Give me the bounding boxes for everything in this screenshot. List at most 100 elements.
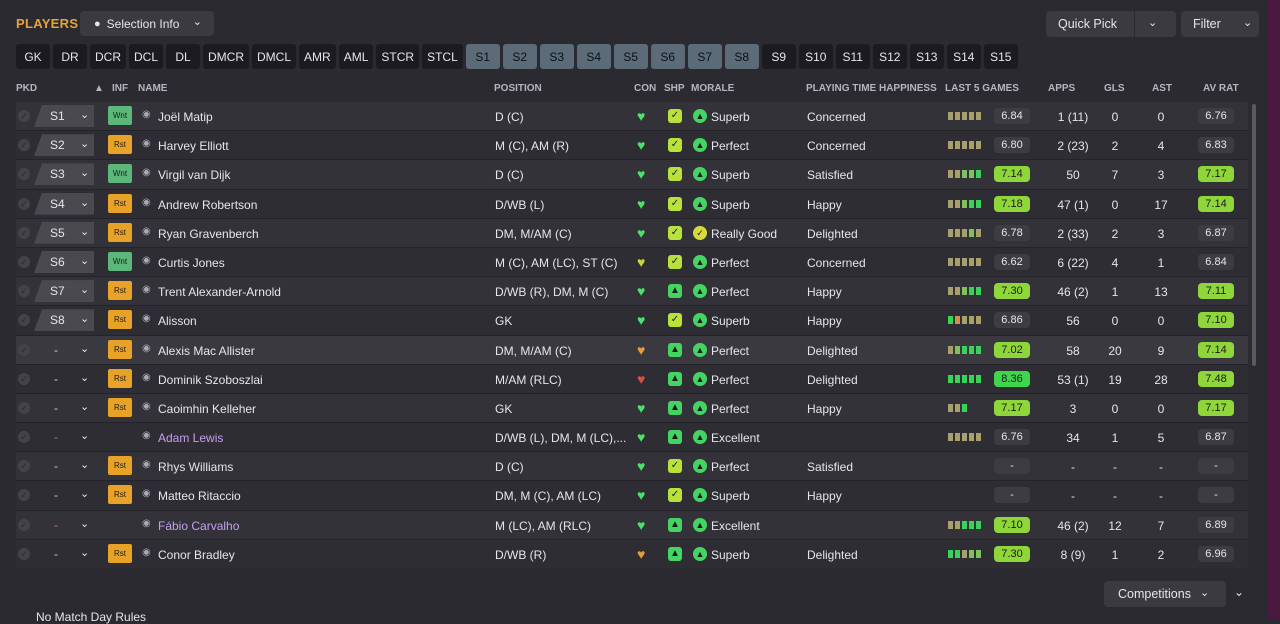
position-button-aml[interactable]: AML [338, 44, 374, 69]
pick-check-icon[interactable]: ✓ [18, 139, 30, 152]
position-button-s15[interactable]: S15 [983, 44, 1018, 69]
pick-check-icon[interactable]: ✓ [18, 401, 30, 414]
position-button-dcl[interactable]: DCL [129, 44, 164, 69]
selection-info-button[interactable]: ● Selection Info ⌄ [80, 11, 214, 36]
info-badge[interactable]: Rst [108, 310, 132, 330]
squad-slot-dropdown[interactable]: - ⌄ [34, 397, 94, 419]
pick-check-icon[interactable]: ✓ [18, 460, 30, 473]
table-row[interactable]: ✓ - ⌄ ◉ Adam Lewis D/WB (L), DM, M (LC),... ♥ ▲… [16, 423, 1248, 453]
col-position[interactable]: POSITION [494, 83, 542, 94]
pick-check-icon[interactable]: ✓ [18, 343, 30, 356]
pick-check-icon[interactable]: ✓ [18, 431, 30, 444]
info-badge[interactable]: Rst [108, 339, 132, 359]
info-badge[interactable]: Rst [108, 222, 132, 242]
info-badge[interactable]: Wnt [108, 106, 132, 125]
player-name[interactable]: Andrew Robertson [158, 198, 257, 212]
pick-check-icon[interactable]: ✓ [18, 197, 30, 210]
pick-check-icon[interactable]: ✓ [18, 489, 30, 502]
table-row[interactable]: ✓ S7 ⌄ Rst ◉ Trent Alexander-Arnold D/WB (R), … [16, 277, 1248, 307]
squad-slot-dropdown[interactable]: - ⌄ [34, 426, 94, 448]
info-badge[interactable]: Rst [108, 193, 132, 213]
info-badge[interactable]: Rst [108, 135, 132, 155]
info-badge[interactable]: Wnt [108, 164, 132, 184]
squad-slot-dropdown[interactable]: S7 ⌄ [34, 280, 94, 303]
chevron-down-icon[interactable]: ⌄ [1148, 16, 1157, 29]
player-name[interactable]: Caoimhin Kelleher [158, 402, 256, 416]
table-row[interactable]: ✓ - ⌄ Rst ◉ Dominik Szoboszlai M/AM (RLC) ♥ ▲ ▲ Pe… [16, 364, 1248, 394]
col-last5[interactable]: LAST 5 GAMES [945, 83, 1019, 94]
squad-slot-dropdown[interactable]: - ⌄ [34, 368, 94, 390]
position-button-s1[interactable]: S1 [465, 44, 500, 69]
table-row[interactable]: ✓ S6 ⌄ Wnt ◉ Curtis Jones M (C), AM (LC), ST (… [16, 247, 1248, 278]
position-button-s3[interactable]: S3 [539, 44, 574, 69]
player-name[interactable]: Fábio Carvalho [158, 519, 239, 533]
info-badge[interactable] [108, 515, 132, 534]
info-badge[interactable]: Rst [108, 368, 132, 388]
col-morale[interactable]: MORALE [691, 83, 734, 94]
position-button-s4[interactable]: S4 [576, 44, 611, 69]
filter-button[interactable]: Filter ⌄ [1181, 11, 1259, 37]
table-row[interactable]: ✓ - ⌄ Rst ◉ Caoimhin Kelleher GK ♥ ▲ ▲ Perfect Happ… [16, 393, 1248, 424]
table-row[interactable]: ✓ S1 ⌄ Wnt ◉ Joël Matip D (C) ♥ ✓ ▲ Superb Concerne… [16, 102, 1248, 132]
col-inf[interactable]: INF [112, 83, 128, 94]
pick-check-icon[interactable]: ✓ [18, 285, 30, 298]
player-name[interactable]: Matteo Ritaccio [158, 489, 241, 503]
position-button-dl[interactable]: DL [166, 44, 201, 69]
pick-check-icon[interactable]: ✓ [18, 110, 30, 122]
info-badge[interactable]: Rst [108, 456, 132, 476]
position-button-dmcr[interactable]: DMCR [203, 44, 250, 69]
quick-pick-button[interactable]: Quick Pick ⌄ [1046, 11, 1176, 37]
squad-slot-dropdown[interactable]: - ⌄ [34, 514, 94, 536]
table-row[interactable]: ✓ S8 ⌄ Rst ◉ Alisson GK ♥ ✓ ▲ Superb Happy 6.86 56 0 0 7… [16, 306, 1248, 336]
pick-check-icon[interactable]: ✓ [18, 226, 30, 239]
position-button-dcr[interactable]: DCR [90, 44, 126, 69]
player-name[interactable]: Alisson [158, 314, 197, 328]
col-gls[interactable]: GLS [1104, 83, 1125, 94]
squad-slot-dropdown[interactable]: S5 ⌄ [34, 221, 94, 244]
squad-slot-dropdown[interactable]: S6 ⌄ [34, 250, 94, 273]
player-name[interactable]: Virgil van Dijk [158, 168, 230, 182]
position-button-dmcl[interactable]: DMCL [252, 44, 297, 69]
pick-check-icon[interactable]: ✓ [18, 255, 30, 268]
pick-check-icon[interactable]: ✓ [18, 372, 30, 385]
squad-slot-dropdown[interactable]: S8 ⌄ [34, 309, 94, 332]
scrollbar[interactable] [1252, 104, 1256, 366]
player-name[interactable]: Adam Lewis [158, 431, 223, 445]
info-badge[interactable]: Rst [108, 543, 132, 563]
player-name[interactable]: Dominik Szoboszlai [158, 373, 263, 387]
info-badge[interactable]: Rst [108, 485, 132, 505]
table-row[interactable]: ✓ - ⌄ ◉ Fábio Carvalho M (LC), AM (RLC) ♥ ▲ ▲ Exc… [16, 510, 1248, 540]
info-badge[interactable] [108, 427, 132, 446]
squad-slot-dropdown[interactable]: S4 ⌄ [34, 192, 94, 215]
squad-slot-dropdown[interactable]: - ⌄ [34, 543, 94, 565]
table-row[interactable]: ✓ - ⌄ Rst ◉ Rhys Williams D (C) ♥ ✓ ▲ Perfect Satis… [16, 452, 1248, 482]
pick-check-icon[interactable]: ✓ [18, 518, 30, 531]
position-button-stcl[interactable]: STCL [422, 44, 463, 69]
player-name[interactable]: Curtis Jones [158, 256, 225, 270]
player-name[interactable]: Trent Alexander-Arnold [158, 285, 281, 299]
position-button-s9[interactable]: S9 [761, 44, 796, 69]
table-row[interactable]: ✓ - ⌄ Rst ◉ Conor Bradley D/WB (R) ♥ ▲ ▲ Superb Del… [16, 539, 1248, 568]
squad-slot-dropdown[interactable]: S2 ⌄ [34, 134, 94, 157]
squad-slot-dropdown[interactable]: - ⌄ [34, 455, 94, 477]
player-name[interactable]: Harvey Elliott [158, 139, 229, 153]
position-button-s11[interactable]: S11 [835, 44, 870, 69]
player-name[interactable]: Joël Matip [158, 110, 213, 124]
position-button-s13[interactable]: S13 [909, 44, 944, 69]
player-name[interactable]: Alexis Mac Allister [158, 344, 255, 358]
pick-check-icon[interactable]: ✓ [18, 168, 30, 181]
player-name[interactable]: Conor Bradley [158, 548, 235, 562]
position-button-s6[interactable]: S6 [650, 44, 685, 69]
pick-check-icon[interactable]: ✓ [18, 547, 30, 560]
position-button-s12[interactable]: S12 [872, 44, 907, 69]
chevron-down-icon[interactable]: ⌄ [1234, 585, 1244, 599]
pick-check-icon[interactable]: ✓ [18, 314, 30, 327]
position-button-dr[interactable]: DR [53, 44, 87, 69]
position-button-stcr[interactable]: STCR [376, 44, 420, 69]
competitions-dropdown[interactable]: Competitions ⌄ [1104, 581, 1226, 607]
col-ast[interactable]: AST [1152, 83, 1172, 94]
position-button-s5[interactable]: S5 [613, 44, 648, 69]
table-row[interactable]: ✓ - ⌄ Rst ◉ Matteo Ritaccio DM, M (C), AM (LC)… [16, 481, 1248, 511]
position-button-s10[interactable]: S10 [798, 44, 833, 69]
col-pkd[interactable]: PKD [16, 83, 37, 94]
